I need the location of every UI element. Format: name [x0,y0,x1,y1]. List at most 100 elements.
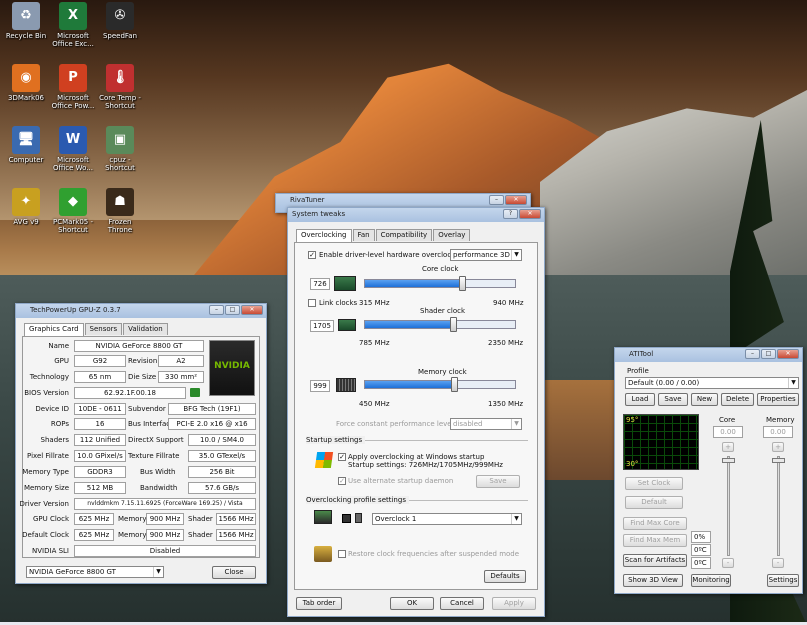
core-clock-value[interactable]: 726 [310,278,330,290]
save-profile-icon[interactable] [342,514,351,523]
bios-save-icon[interactable] [190,388,200,397]
apply-button[interactable]: Apply [492,597,536,610]
save-startup-button[interactable]: Save [476,475,520,488]
desktop-icon[interactable]: ✇ SpeedFan [97,2,143,40]
close-icon[interactable]: ✕ [505,195,527,205]
alternate-daemon-checkbox[interactable]: ✓ [338,477,346,485]
excel-icon: X [59,2,87,30]
shader-clock-slider[interactable] [364,316,516,334]
profile-select[interactable]: Overclock 1 ▼ [372,513,522,525]
driver-field: nvlddmkm 7.15.11.6925 (ForceWare 169.25)… [74,498,256,510]
load-button[interactable]: Load [625,393,655,406]
desktop-icon[interactable]: P Microsoft Office Pow... [50,64,96,110]
default-shader-label: Shader [188,531,213,539]
desktop-icon[interactable]: ✦ AVG v9 [3,188,49,226]
delete-button[interactable]: Delete [721,393,754,406]
monitoring-button[interactable]: Monitoring [691,574,731,587]
tab-graphics-card[interactable]: Graphics Card [24,323,84,336]
tab-compatibility[interactable]: Compatibility [375,229,433,241]
core-vertical-slider[interactable] [727,456,730,556]
card-select[interactable]: NVIDIA GeForce 8800 GT ▼ [26,566,164,578]
desktop-icon[interactable]: W Microsoft Office Wo... [50,126,96,172]
desktop-icon[interactable]: ♻ Recycle Bin [3,2,49,40]
memory-clock-slider[interactable] [364,376,516,394]
pcmark-icon: ◆ [59,188,87,216]
core-value-field[interactable]: 0.00 [713,426,743,438]
enable-overclocking-label: Enable driver-level hardware overclockin… [319,251,467,259]
default-button[interactable]: Default [625,496,683,509]
ati-profile-select[interactable]: Default (0.00 / 0.00) ▼ [625,377,799,389]
core-clock-thumb[interactable] [458,276,466,291]
mode-select[interactable]: performance 3D ▼ [450,249,522,261]
desktop-icon[interactable]: 🌡 Core Temp - Shortcut [97,64,143,110]
minimize-button[interactable]: – [209,305,224,315]
restore-clocks-checkbox[interactable] [338,550,346,558]
tab-overclocking[interactable]: Overclocking [296,229,352,242]
close-button[interactable]: Close [212,566,256,579]
desktop-icon[interactable]: ◆ PCMark05 - Shortcut [50,188,96,234]
system-tweaks-titlebar[interactable]: System tweaks ? ✕ [288,208,544,222]
core-plus-button[interactable]: + [722,442,734,452]
tab-sensors[interactable]: Sensors [84,323,123,335]
set-clock-button[interactable]: Set Clock [625,477,683,490]
memory-clock-thumb[interactable] [451,377,459,392]
cancel-button[interactable]: Cancel [440,597,484,610]
properties-button[interactable]: Properties [757,393,799,406]
system-tweaks-dialog: System tweaks ? ✕ Overclocking Fan Compat… [287,207,545,617]
bios-field: 62.92.1F.00.18 [74,387,186,399]
tab-validation[interactable]: Validation [123,323,168,335]
memory-vertical-slider[interactable] [777,456,780,556]
maximize-button[interactable]: □ [761,349,776,359]
core-clock-slider[interactable] [364,275,516,293]
close-icon[interactable]: ✕ [519,209,541,219]
apply-at-startup-checkbox[interactable]: ✓ [338,453,346,461]
shader-clock-value[interactable]: 1705 [310,320,334,332]
gpuz-titlebar[interactable]: TechPowerUp GPU-Z 0.3.7 – □ ✕ [16,304,266,318]
core-vertical-thumb[interactable] [722,458,735,463]
help-icon[interactable]: ? [503,209,518,219]
desktop-icon[interactable]: ▣ cpuz - Shortcut [97,126,143,172]
core-minus-button[interactable]: - [722,558,734,568]
tab-overlay[interactable]: Overlay [433,229,471,241]
close-icon[interactable]: ✕ [777,349,799,359]
delete-profile-icon[interactable] [355,513,362,523]
enable-overclocking-checkbox[interactable]: ✓ [308,251,316,259]
maximize-button[interactable]: □ [225,305,240,315]
tab-fan[interactable]: Fan [352,229,375,241]
memory-clock-min: 450 MHz [359,400,390,408]
memory-plus-button[interactable]: + [772,442,784,452]
ok-button[interactable]: OK [390,597,434,610]
defaults-button[interactable]: Defaults [484,570,526,583]
link-clocks-label: Link clocks [319,299,358,307]
memory-value-field[interactable]: 0.00 [763,426,793,438]
desktop-icon[interactable]: ☗ Frozen Throne [97,188,143,234]
memory-clock-value[interactable]: 999 [310,380,330,392]
memory-minus-button[interactable]: - [772,558,784,568]
buswidth-field: 256 Bit [188,466,256,478]
memtype-label: Memory Type [22,468,69,476]
close-icon[interactable]: ✕ [241,305,263,315]
desktop-icon[interactable]: 🖥 Computer [3,126,49,164]
new-button[interactable]: New [691,393,718,406]
alternate-daemon-label: Use alternate startup daemon [348,477,454,485]
diesize-label: Die Size [128,373,157,381]
scan-artifacts-button[interactable]: Scan for Artifacts [623,554,687,567]
atitool-titlebar[interactable]: ATITool – □ ✕ [615,348,802,362]
memory-vertical-thumb[interactable] [772,458,785,463]
shader-clock-thumb[interactable] [449,317,457,332]
ati-save-button[interactable]: Save [658,393,688,406]
desktop-icon[interactable]: ◉ 3DMark06 [3,64,49,102]
tab-order-button[interactable]: Tab order [296,597,342,610]
find-max-core-button[interactable]: Find Max Core [623,517,687,530]
atitool-window: ATITool – □ ✕ Profile Default (0.00 / 0.00… [614,347,803,594]
force-performance-select[interactable]: disabled ▼ [450,418,522,430]
desktop-icon-label: Frozen Throne [107,218,133,234]
minimize-button[interactable]: – [489,195,504,205]
desktop-icon[interactable]: X Microsoft Office Exc... [50,2,96,48]
link-clocks-checkbox[interactable] [308,299,316,307]
texturefill-field: 35.0 GTexel/s [188,450,256,462]
settings-button[interactable]: Settings [767,574,799,587]
show-3d-view-button[interactable]: Show 3D View [623,574,683,587]
minimize-button[interactable]: – [745,349,760,359]
find-max-mem-button[interactable]: Find Max Mem [623,534,687,547]
